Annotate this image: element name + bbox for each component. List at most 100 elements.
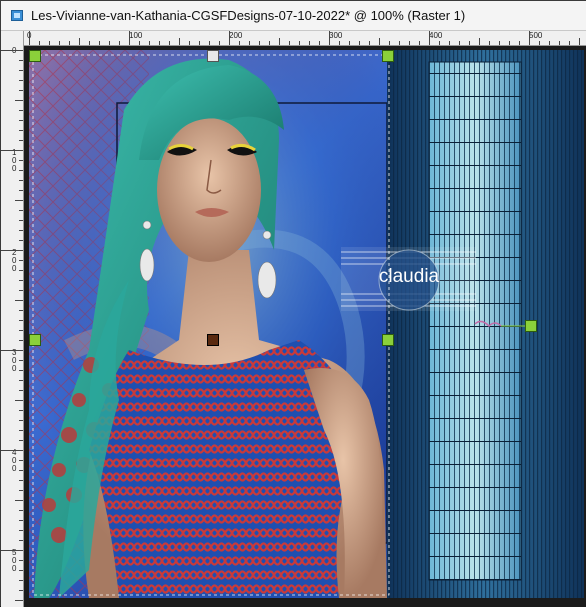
ruler-label-v500: 5 0 0 [12,548,17,573]
ruler-tick [279,38,280,45]
ruler-tick [449,41,450,45]
ruler-tick [329,31,330,45]
image-document-icon [11,10,23,21]
ruler-tick [359,41,360,45]
ruler-tick [129,31,130,45]
ruler-tick [19,560,23,561]
ruler-tick [389,41,390,45]
ruler-label-v400: 4 0 0 [12,448,17,473]
ruler-tick [19,90,23,91]
ruler-tick [15,300,23,301]
ruler-tick [19,240,23,241]
ruler-tick [19,160,23,161]
ruler-label-v200: 2 0 0 [12,248,17,273]
window-title-bar[interactable]: Les-Vivianne-van-Kathania-CGSFDesigns-07… [1,1,586,31]
ruler-tick [289,41,290,45]
ruler-tick [19,420,23,421]
transform-pivot[interactable] [207,334,219,346]
ruler-tick [209,41,210,45]
ruler-tick [15,400,23,401]
image-canvas[interactable]: claudia [29,50,584,598]
ruler-tick [529,31,530,45]
ruler-tick [559,41,560,45]
ruler-tick [19,360,23,361]
ruler-tick [349,41,350,45]
ruler-tick [109,41,110,45]
ruler-tick [19,180,23,181]
ruler-tick [159,41,160,45]
ruler-tick [499,41,500,45]
ruler-tick [19,110,23,111]
ruler-tick [19,220,23,221]
transform-handle-top-center[interactable] [207,50,219,62]
ruler-label-500: 500 [529,31,543,40]
window-title: Les-Vivianne-van-Kathania-CGSFDesigns-07… [31,8,466,23]
canvas-area[interactable]: claudia [24,46,586,606]
ruler-tick [19,590,23,591]
ruler-tick [19,530,23,531]
ruler-tick [139,41,140,45]
ruler-tick [459,41,460,45]
ruler-tick [469,41,470,45]
ruler-tick [319,41,320,45]
ruler-tick [419,41,420,45]
image-window: Les-Vivianne-van-Kathania-CGSFDesigns-07… [0,0,586,607]
ruler-tick [579,38,580,45]
ruler-tick [1,450,23,451]
watermark-text: claudia [379,266,440,287]
ruler-tick [15,500,23,501]
ruler-tick [479,38,480,45]
ruler-tick [369,41,370,45]
ruler-tick [15,200,23,201]
vertical-ruler[interactable]: 0 1 0 0 2 0 0 3 0 0 4 0 0 5 0 0 [1,31,24,607]
ruler-tick [19,520,23,521]
ruler-tick [19,170,23,171]
ruler-tick [19,370,23,371]
ruler-tick [429,31,430,45]
ruler-tick [19,320,23,321]
artwork: claudia [29,50,584,598]
ruler-tick [15,600,23,601]
ruler-tick [19,290,23,291]
ruler-tick [549,41,550,45]
ruler-tick [19,330,23,331]
ruler-label-200: 200 [229,31,243,40]
ruler-tick [19,270,23,271]
ruler-tick [299,41,300,45]
ruler-tick [519,41,520,45]
ruler-tick [49,41,50,45]
ruler-tick [19,470,23,471]
transform-handle-top-left[interactable] [29,50,41,62]
ruler-tick [539,41,540,45]
ruler-tick [1,50,23,51]
ruler-tick [19,310,23,311]
ruler-tick [19,390,23,391]
ruler-tick [19,260,23,261]
transform-handle-left-middle[interactable] [29,334,41,346]
ruler-tick [169,41,170,45]
transform-handle-top-right[interactable] [382,50,394,62]
ruler-tick [19,60,23,61]
ruler-label-300: 300 [329,31,343,40]
ruler-tick [19,190,23,191]
ruler-tick [19,570,23,571]
ruler-tick [259,41,260,45]
transform-handle-right-middle[interactable] [382,334,394,346]
ruler-tick [229,31,230,45]
ruler-tick [19,580,23,581]
ruler-tick [489,41,490,45]
ruler-tick [439,41,440,45]
horizontal-ruler[interactable]: 0 100 200 300 400 500 [24,31,586,46]
ruler-tick [19,480,23,481]
ruler-tick [19,430,23,431]
ruler-tick [19,440,23,441]
ruler-tick [19,540,23,541]
ruler-tick [1,550,23,551]
ruler-tick [19,340,23,341]
rotation-handle[interactable] [525,320,537,332]
ruler-tick [59,41,60,45]
ruler-tick [39,41,40,45]
ruler-tick [1,150,23,151]
ruler-tick [399,41,400,45]
ruler-tick [249,41,250,45]
